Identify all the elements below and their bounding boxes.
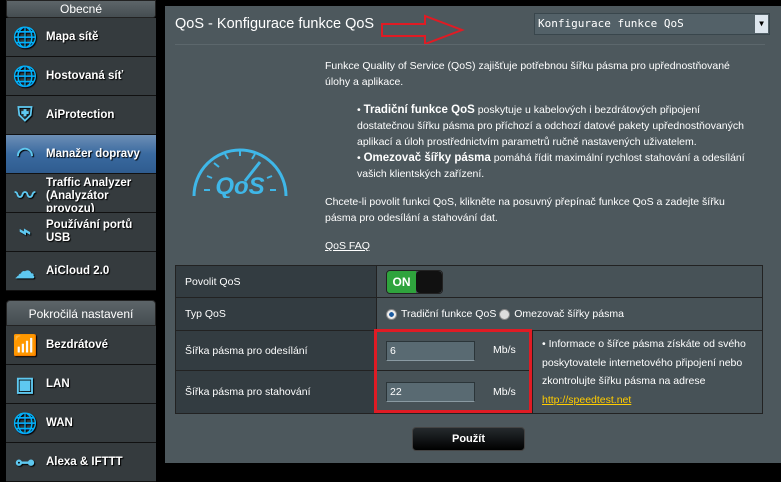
speedtest-link[interactable]: http://speedtest.net [542,394,631,406]
sidebar-item-label: Bezdrátové [46,339,108,351]
sidebar-item-label: AiCloud 2.0 [46,265,110,277]
page-title: QoS - Konfigurace funkce QoS [175,16,375,32]
bullet-limiter: Omezovač šířky pásma pomáhá řídit maximá… [357,150,750,182]
apply-button[interactable]: Použít [412,427,525,451]
sidebar-item-lan[interactable]: ▣ LAN [6,365,156,404]
download-bandwidth-label: Šířka pásma pro stahování [175,370,377,414]
radio-label: Tradiční funkce QoS [401,308,497,320]
sidebar-header-advanced: Pokročilá nastavení [6,300,156,326]
sidebar-item-network-map[interactable]: 🌐 Mapa sítě [6,18,156,57]
alexa-icon: ⊶ [15,451,35,474]
lan-icon: ▣ [15,373,35,396]
sidebar-item-label: Hostovaná síť [46,70,124,82]
enable-qos-toggle[interactable]: ON [386,269,443,294]
sidebar-item-label: LAN [46,378,70,390]
bandwidth-info: • Informace o šířce pásma získáte od své… [532,330,763,414]
sidebar-item-label: AiProtection [46,109,115,121]
sidebar-item-aicloud[interactable]: ☁ AiCloud 2.0 [6,252,156,291]
radio-bandwidth-limiter[interactable] [499,308,511,320]
red-highlight-annotation [374,329,532,413]
sidebar-item-label: Mapa sítě [46,31,99,43]
sidebar-item-guest-network[interactable]: 🌐 Hostovaná síť [6,57,156,96]
radio-traditional-qos[interactable] [386,308,397,320]
qos-description: Funkce Quality of Service (QoS) zajišťuj… [325,58,750,254]
cloud-icon: ☁ [15,260,35,283]
sidebar-item-label: WAN [46,417,73,429]
sidebar-item-label: Manažer dopravy [46,148,140,160]
qos-page-select[interactable]: Konfigurace funkce QoS ▼ [534,13,770,35]
radio-label: Omezovač šířky pásma [514,308,624,320]
red-arrow-annotation [381,14,465,46]
qos-type-label: Typ QoS [175,297,377,331]
bullet-title: Omezovač šířky pásma [363,152,491,164]
sidebar-item-aiprotection[interactable]: ⛨ AiProtection [6,96,156,135]
guest-network-icon: 🌐 [12,65,38,88]
wan-globe-icon: 🌐 [12,412,38,435]
intro-text: Funkce Quality of Service (QoS) zajišťuj… [325,60,730,88]
info-text: Informace o šířce pásma získáte od svého… [542,338,746,387]
bullet-traditional: Tradiční funkce QoS poskytuje u kabelový… [357,102,750,150]
enable-qos-label: Povolit QoS [175,265,377,298]
toggle-state: ON [387,270,416,293]
shield-lock-icon: ⛨ [17,103,33,126]
sidebar-item-traffic-analyzer[interactable]: 〰 Traffic Analyzer (Analyzátor provozu) [6,174,156,213]
select-value: Konfigurace funkce QoS [538,17,684,30]
bullet-title: Tradiční funkce QoS [363,104,475,116]
sidebar-item-traffic-manager[interactable]: ◠ Manažer dopravy [6,135,156,174]
sidebar-header-general: Obecné [6,0,156,18]
usb-icon: ⌁ [18,220,32,243]
sidebar-item-label: Používání portů USB [46,219,133,244]
traffic-analyzer-icon: 〰 [15,184,35,207]
instructions-text: Chcete-li povolit funkci QoS, klikněte n… [325,196,725,224]
qos-faq-link[interactable]: QoS FAQ [325,240,370,252]
wireless-icon: 📶 [12,334,38,357]
qos-speedometer-logo: QoS [192,148,288,198]
speedometer-icon: ◠ [16,143,34,166]
chevron-down-icon: ▼ [755,15,768,33]
globe-pin-icon: 🌐 [12,26,38,49]
sidebar-item-label: Traffic Analyzer (Analyzátor provozu) [46,177,132,213]
sidebar-item-usb[interactable]: ⌁ Používání portů USB [6,213,156,252]
sidebar: Obecné 🌐 Mapa sítě 🌐 Hostovaná síť ⛨ AiProt… [6,0,156,482]
logo-text: QoS [215,173,264,198]
main-panel: QoS - Konfigurace funkce QoS Konfigurace… [165,6,781,463]
sidebar-item-wan[interactable]: 🌐 WAN [6,404,156,443]
divider [175,44,765,45]
sidebar-item-label: Alexa & IFTTT [46,456,123,468]
upload-bandwidth-label: Šířka pásma pro odesílání [175,330,377,371]
sidebar-item-wireless[interactable]: 📶 Bezdrátové [6,326,156,365]
